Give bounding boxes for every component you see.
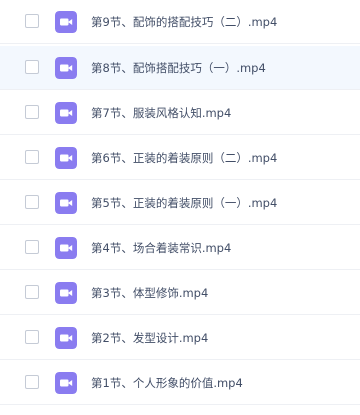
file-row[interactable]: 第2节、发型设计.mp4: [0, 316, 360, 360]
file-row[interactable]: 第7节、服装风格认知.mp4: [0, 91, 360, 135]
video-icon: [55, 102, 77, 124]
file-name[interactable]: 第5节、正装的着装原则（一）.mp4: [91, 195, 277, 211]
file-row[interactable]: 第1节、个人形象的价值.mp4: [0, 361, 360, 405]
file-name[interactable]: 第9节、配饰的搭配技巧（二）.mp4: [91, 14, 277, 30]
video-icon: [55, 237, 77, 259]
file-name[interactable]: 第4节、场合着装常识.mp4: [91, 240, 231, 256]
video-icon: [55, 327, 77, 349]
video-icon: [55, 192, 77, 214]
row-checkbox[interactable]: [25, 150, 39, 164]
row-checkbox[interactable]: [25, 240, 39, 254]
row-checkbox[interactable]: [25, 330, 39, 344]
row-checkbox[interactable]: [25, 105, 39, 119]
video-icon: [55, 11, 77, 33]
row-checkbox[interactable]: [25, 60, 39, 74]
file-name[interactable]: 第3节、体型修饰.mp4: [91, 285, 208, 301]
video-icon: [55, 147, 77, 169]
file-name[interactable]: 第7节、服装风格认知.mp4: [91, 105, 231, 121]
row-checkbox[interactable]: [25, 285, 39, 299]
row-checkbox[interactable]: [25, 14, 39, 28]
video-icon: [55, 57, 77, 79]
file-name[interactable]: 第2节、发型设计.mp4: [91, 330, 208, 346]
row-checkbox[interactable]: [25, 375, 39, 389]
file-name[interactable]: 第8节、配饰搭配技巧（一）.mp4: [91, 60, 266, 76]
file-row[interactable]: 第9节、配饰的搭配技巧（二）.mp4: [0, 0, 360, 44]
row-checkbox[interactable]: [25, 195, 39, 209]
video-icon: [55, 372, 77, 394]
video-icon: [55, 282, 77, 304]
file-name[interactable]: 第6节、正装的着装原则（二）.mp4: [91, 150, 277, 166]
file-row[interactable]: 第4节、场合着装常识.mp4: [0, 226, 360, 270]
file-row[interactable]: 第8节、配饰搭配技巧（一）.mp4: [0, 46, 360, 90]
file-row[interactable]: 第5节、正装的着装原则（一）.mp4: [0, 181, 360, 225]
file-row[interactable]: 第6节、正装的着装原则（二）.mp4: [0, 136, 360, 180]
file-name[interactable]: 第1节、个人形象的价值.mp4: [91, 375, 243, 391]
file-list: 第9节、配饰的搭配技巧（二）.mp4 第8节、配饰搭配技巧（一）.mp4 第7节…: [0, 0, 360, 415]
file-row[interactable]: 第3节、体型修饰.mp4: [0, 271, 360, 315]
